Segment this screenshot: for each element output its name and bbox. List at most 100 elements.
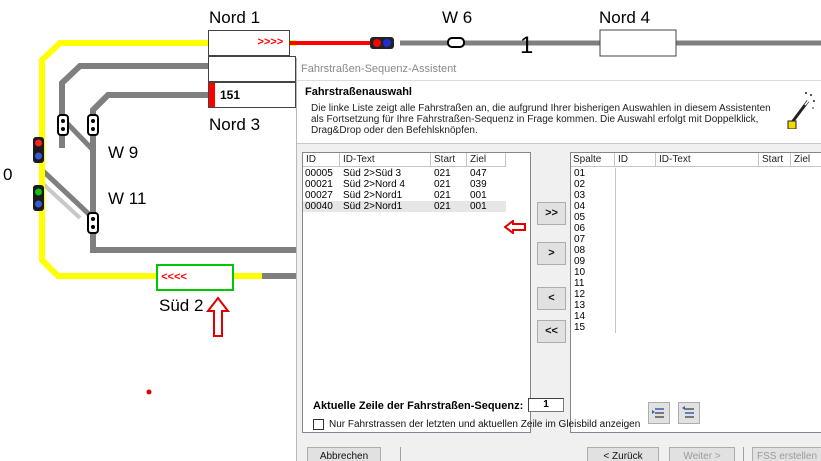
col-header-id-text[interactable]: ID-Text (340, 153, 431, 167)
sequence-row-number: 11 (574, 278, 585, 289)
route-start: 021 (434, 201, 451, 212)
sequence-list[interactable]: Spalte ID ID-Text Start Ziel 01 02 03 04… (570, 152, 821, 433)
block-nord1: >>>> (208, 30, 290, 56)
col-header-ziel[interactable]: Ziel (467, 153, 506, 167)
col-header-id[interactable]: ID (303, 153, 340, 167)
remove-all-button[interactable]: << (537, 320, 566, 343)
signal-w9-b (87, 114, 99, 136)
sequence-row-number: 07 (574, 234, 586, 245)
col-header-ziel[interactable]: Ziel (791, 153, 821, 167)
route-id: 00005 (305, 168, 333, 179)
route-row[interactable]: 00021 Süd 2>Nord 4 021 039 (303, 179, 530, 190)
route-start: 021 (434, 179, 451, 190)
highlight-only-checkbox-label[interactable]: Nur Fahrstrassen der letzten und aktuell… (329, 419, 640, 430)
route-text: Süd 2>Nord 4 (343, 179, 405, 190)
sequence-row-number: 09 (574, 256, 586, 267)
sequence-row-number: 13 (574, 300, 586, 311)
signal-nord1-lamp-red (373, 39, 381, 47)
label-w6: W 6 (442, 8, 473, 27)
sequence-row-number: 02 (574, 179, 586, 190)
col-header-start[interactable]: Start (431, 153, 467, 167)
separator-line-2 (743, 447, 744, 461)
add-one-button[interactable]: > (537, 242, 566, 265)
gray-track-diagonal-2 (40, 168, 95, 220)
red-left-arrow (504, 220, 526, 234)
add-all-button[interactable]: >> (537, 202, 566, 225)
sequence-row[interactable]: 15 (571, 322, 821, 333)
separator-line (400, 447, 401, 461)
sequence-row[interactable]: 02 (571, 179, 821, 190)
route-text: Süd 2>Nord1 (343, 190, 403, 201)
next-button[interactable]: Weiter > (669, 447, 735, 461)
route-ziel: 001 (470, 190, 487, 201)
gray-track-middle (90, 92, 296, 253)
route-ziel: 001 (470, 201, 487, 212)
red-up-arrow (205, 296, 231, 337)
sequence-row[interactable]: 04 (571, 201, 821, 212)
route-start: 021 (434, 168, 451, 179)
block-sued2: <<<< (156, 264, 234, 291)
header-description: Die linke Liste zeigt alle Fahrstraßen a… (311, 103, 771, 136)
delete-row-icon (682, 406, 694, 418)
col-header-id[interactable]: ID (615, 153, 656, 167)
sequence-row-number: 15 (574, 322, 586, 333)
signal-left-green (33, 185, 44, 211)
route-text: Süd 2>Süd 3 (343, 168, 402, 179)
insert-row-button[interactable] (648, 402, 670, 424)
sequence-row[interactable]: 13 (571, 300, 821, 311)
available-routes-list[interactable]: ID ID-Text Start Ziel 00005 Süd 2>Süd 3 … (302, 152, 531, 433)
route-row-selected[interactable]: 00040 Süd 2>Nord1 021 001 (303, 201, 506, 212)
block-nord4 (599, 29, 677, 57)
sequence-row-number: 10 (574, 267, 586, 278)
block-nord3: 151 (208, 82, 296, 108)
label-w11: W 11 (108, 189, 147, 208)
back-button[interactable]: < Zurück (587, 447, 659, 461)
route-id: 00040 (305, 201, 333, 212)
col-header-spalte[interactable]: Spalte (571, 153, 615, 167)
route-row[interactable]: 00027 Süd 2>Nord1 021 001 (303, 190, 530, 201)
label-w9: W 9 (108, 143, 139, 162)
highlight-only-checkbox[interactable] (313, 419, 324, 430)
sequence-row[interactable]: 05 (571, 212, 821, 223)
window-titlebar[interactable]: Fahrstraßen-Sequenz-Assistent (297, 58, 821, 81)
col-header-id-text[interactable]: ID-Text (656, 153, 759, 167)
track-number-1: 1 (520, 32, 533, 59)
sequence-row-number: 04 (574, 201, 586, 212)
label-nord4: Nord 4 (599, 8, 651, 27)
sequence-row-number: 03 (574, 190, 586, 201)
sequence-row[interactable]: 09 (571, 256, 821, 267)
sequence-row[interactable]: 06 (571, 223, 821, 234)
route-text: Süd 2>Nord1 (343, 201, 403, 212)
cancel-button[interactable]: Abbrechen (307, 447, 381, 461)
sequence-row[interactable]: 12 (571, 289, 821, 300)
sequence-row[interactable]: 07 (571, 234, 821, 245)
block-nord1-lower (208, 56, 296, 82)
current-row-label: Aktuelle Zeile der Fahrstraßen-Sequenz: (313, 400, 524, 412)
sequence-row[interactable]: 14 (571, 311, 821, 322)
current-row-input[interactable]: 1 (528, 398, 564, 412)
create-sequence-button[interactable]: FSS erstellen (752, 447, 821, 461)
sequence-row[interactable]: 08 (571, 245, 821, 256)
sequence-row[interactable]: 11 (571, 278, 821, 289)
remove-one-button[interactable]: < (537, 287, 566, 310)
header-title: Fahrstraßenauswahl (305, 86, 412, 98)
route-id: 00027 (305, 190, 333, 201)
insert-row-icon (652, 408, 664, 418)
row-number-column-divider (615, 168, 616, 333)
sequence-row[interactable]: 03 (571, 190, 821, 201)
sequence-row[interactable]: 01 (571, 168, 821, 179)
sequence-row-number: 12 (574, 289, 586, 300)
col-header-start[interactable]: Start (759, 153, 791, 167)
route-ziel: 047 (470, 168, 487, 179)
block-nord3-number: 151 (220, 88, 241, 102)
route-id: 00021 (305, 179, 333, 190)
label-nord1: Nord 1 (209, 8, 261, 27)
signal-nord1-lamp-blue (383, 39, 391, 47)
sequence-row-number: 06 (574, 223, 586, 234)
label-zero: 0 (3, 165, 13, 184)
delete-row-button[interactable] (678, 402, 700, 424)
label-nord3: Nord 3 (209, 115, 261, 134)
route-row[interactable]: 00005 Süd 2>Süd 3 021 047 (303, 168, 530, 179)
label-sued2: Süd 2 (159, 296, 204, 315)
sequence-row[interactable]: 10 (571, 267, 821, 278)
